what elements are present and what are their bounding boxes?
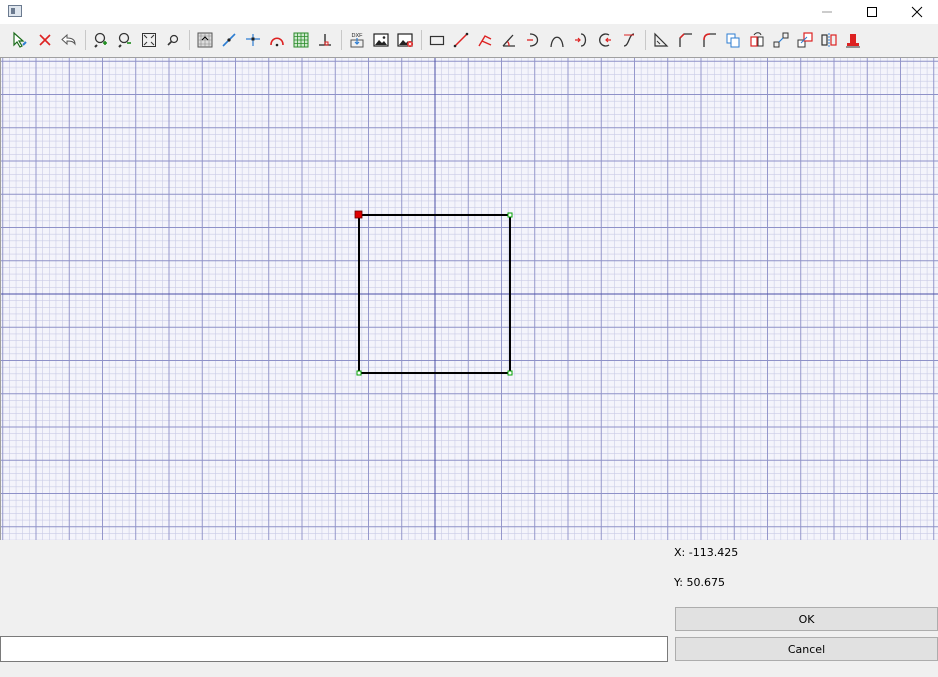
- undo-button[interactable]: [58, 29, 80, 51]
- polyline-tool-icon: [478, 35, 492, 47]
- zoom-in-icon: [94, 32, 107, 48]
- rectangle-tool-icon: [429, 35, 445, 46]
- line-tool-icon: [453, 32, 469, 48]
- circle-tool-button[interactable]: [594, 29, 616, 51]
- title-bar: [0, 0, 938, 24]
- delete-icon: [39, 34, 51, 46]
- snap-intersection-icon: [246, 34, 260, 46]
- ok-button[interactable]: OK: [675, 607, 938, 631]
- canvas-background: [1, 58, 938, 540]
- snap-line-button[interactable]: [218, 29, 240, 51]
- scale-tool-button[interactable]: [770, 29, 792, 51]
- copy-tool-button[interactable]: [722, 29, 744, 51]
- drawing-canvas[interactable]: [0, 57, 938, 540]
- move-tool-icon: [797, 32, 813, 48]
- polyline-tool-button[interactable]: [474, 29, 496, 51]
- close-button[interactable]: [894, 0, 938, 24]
- arc-tool-icon: [527, 33, 539, 47]
- chamfer-tool-button[interactable]: [674, 29, 696, 51]
- circle-tool-icon: [599, 33, 611, 47]
- spline-tool-icon: [623, 33, 635, 47]
- cancel-button[interactable]: Cancel: [675, 637, 938, 661]
- move-tool-button[interactable]: [794, 29, 816, 51]
- arc-center-tool-button[interactable]: [570, 29, 592, 51]
- dxf-import-icon: DXF: [350, 33, 364, 48]
- zoom-out-icon: [118, 32, 131, 48]
- ortho-button[interactable]: [314, 29, 336, 51]
- weld-tool-icon: [846, 34, 860, 48]
- toolbar-separator: [645, 30, 646, 50]
- dxf-import-button[interactable]: DXF: [346, 29, 368, 51]
- snap-arc-icon: [270, 37, 284, 47]
- snap-intersection-button[interactable]: [242, 29, 264, 51]
- mirror-tool-icon: [821, 33, 837, 47]
- delete-button[interactable]: [34, 29, 56, 51]
- zoom-window-icon: [167, 34, 179, 46]
- snap-grid-button[interactable]: [194, 29, 216, 51]
- toolbar-separator: [341, 30, 342, 50]
- snap-line-icon: [222, 33, 236, 47]
- rotate-tool-icon: [750, 32, 764, 47]
- zoom-in-button[interactable]: [90, 29, 112, 51]
- y-coordinate-label: Y: 50.675: [674, 576, 725, 589]
- weld-tool-button[interactable]: [842, 29, 864, 51]
- image-remove-icon: [397, 33, 413, 47]
- angle-line-tool-button[interactable]: [498, 29, 520, 51]
- rectangle-tool-button[interactable]: [426, 29, 448, 51]
- fillet-tool-button[interactable]: [698, 29, 720, 51]
- toolbar-separator: [189, 30, 190, 50]
- close-icon: [911, 6, 923, 18]
- angle-line-tool-icon: [502, 34, 515, 47]
- minimize-button[interactable]: [804, 0, 850, 24]
- command-input[interactable]: [0, 636, 668, 662]
- arc-center-tool-icon: [575, 33, 587, 47]
- toolbar-separator: [85, 30, 86, 50]
- canvas-grid[interactable]: [1, 58, 938, 540]
- arc-tool-button[interactable]: [522, 29, 544, 51]
- undo-icon: [61, 33, 76, 46]
- x-coordinate-label: X: -113.425: [674, 546, 739, 559]
- toolbar-separator: [421, 30, 422, 50]
- selected-vertex-handle[interactable]: [354, 210, 363, 219]
- curve-tool-button[interactable]: [546, 29, 568, 51]
- ortho-icon: [319, 34, 331, 46]
- rotate-tool-button[interactable]: [746, 29, 768, 51]
- chamfer-tool-icon: [679, 33, 692, 47]
- mirror-tool-button[interactable]: [818, 29, 840, 51]
- image-remove-button[interactable]: [394, 29, 416, 51]
- maximize-button[interactable]: [849, 0, 895, 24]
- copy-tool-icon: [726, 33, 740, 48]
- line-tool-button[interactable]: [450, 29, 472, 51]
- grid-toggle-icon: [293, 32, 309, 48]
- dimension-tool-icon: [654, 32, 669, 47]
- dimension-tool-button[interactable]: [650, 29, 672, 51]
- snap-grid-icon: [197, 32, 213, 48]
- zoom-fit-icon: [142, 33, 156, 47]
- vertex-handle[interactable]: [507, 370, 513, 376]
- zoom-out-button[interactable]: [114, 29, 136, 51]
- select-button[interactable]: [9, 29, 31, 51]
- vertex-handle[interactable]: [356, 370, 362, 376]
- scale-tool-icon: [773, 32, 789, 48]
- toolbar: DXF: [0, 24, 938, 57]
- zoom-fit-button[interactable]: [138, 29, 160, 51]
- app-icon: [8, 5, 22, 17]
- fillet-tool-icon: [703, 33, 716, 47]
- select-arrow-icon: [13, 31, 27, 48]
- grid-toggle-button[interactable]: [290, 29, 312, 51]
- image-import-icon: [373, 33, 389, 47]
- curve-tool-icon: [550, 36, 564, 48]
- maximize-icon: [867, 7, 877, 17]
- vertex-handle[interactable]: [507, 212, 513, 218]
- image-import-button[interactable]: [370, 29, 392, 51]
- zoom-window-button[interactable]: [162, 29, 184, 51]
- spline-tool-button[interactable]: [618, 29, 640, 51]
- minimize-icon: [822, 11, 832, 13]
- snap-arc-button[interactable]: [266, 29, 288, 51]
